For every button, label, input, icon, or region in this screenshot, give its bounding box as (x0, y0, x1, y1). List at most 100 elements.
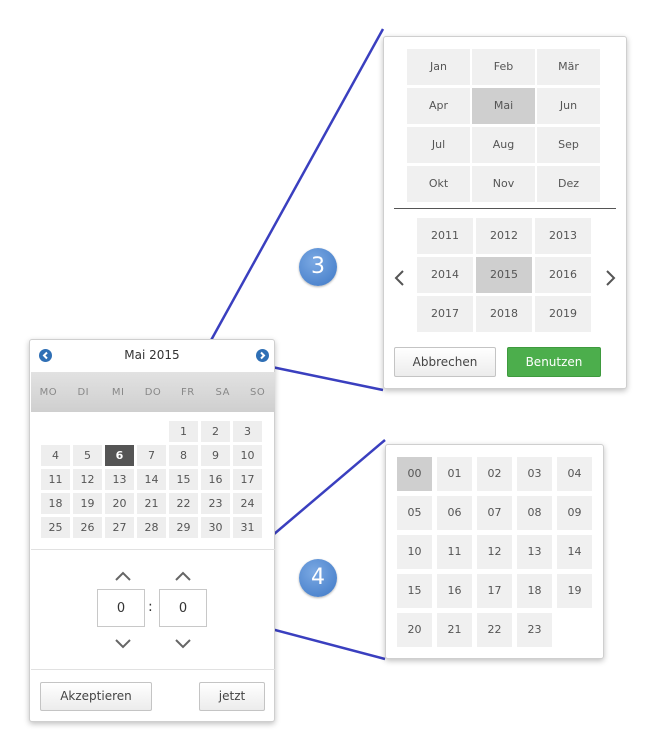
hour-cell[interactable]: 20 (397, 613, 432, 647)
day-cell[interactable]: 11 (41, 469, 70, 490)
day-cell[interactable]: 22 (169, 493, 198, 514)
year-cell[interactable]: 2016 (535, 257, 591, 293)
year-cell[interactable]: 2017 (417, 296, 473, 332)
minute-field[interactable]: 0 (159, 589, 207, 627)
month-cell[interactable]: Okt (407, 166, 470, 202)
day-cell[interactable]: 24 (233, 493, 262, 514)
day-cell[interactable]: 19 (73, 493, 102, 514)
hour-cell[interactable]: 06 (437, 496, 472, 530)
month-cell[interactable]: Nov (472, 166, 535, 202)
month-cell[interactable]: Sep (537, 127, 600, 163)
hour-cell[interactable]: 09 (557, 496, 592, 530)
weekday-label: FR (181, 386, 195, 398)
day-cell[interactable]: 1 (169, 421, 198, 442)
month-cell[interactable]: Jan (407, 49, 470, 85)
hour-cell[interactable]: 02 (477, 457, 512, 491)
month-cell[interactable]: Mai (472, 88, 535, 124)
month-cell[interactable]: Aug (472, 127, 535, 163)
hour-cell[interactable]: 22 (477, 613, 512, 647)
weekday-label: MO (39, 386, 58, 398)
picker-header: Mai 2015 (30, 340, 274, 372)
accept-button[interactable]: Akzeptieren (40, 682, 152, 711)
day-cell[interactable]: 4 (41, 445, 70, 466)
hour-up-icon[interactable] (103, 562, 143, 592)
next-month-icon[interactable] (256, 349, 269, 362)
hour-field[interactable]: 0 (97, 589, 145, 627)
day-cell[interactable]: 29 (169, 517, 198, 538)
minute-down-icon[interactable] (163, 630, 203, 660)
hour-cell[interactable]: 14 (557, 535, 592, 569)
hour-cell[interactable]: 01 (437, 457, 472, 491)
hour-cell[interactable]: 05 (397, 496, 432, 530)
hour-cell[interactable]: 00 (397, 457, 432, 491)
prev-years-icon[interactable] (390, 263, 410, 293)
day-cell[interactable]: 6 (105, 445, 134, 466)
year-cell[interactable]: 2013 (535, 218, 591, 254)
day-cell[interactable]: 14 (137, 469, 166, 490)
hour-cell[interactable]: 08 (517, 496, 552, 530)
hour-cell[interactable]: 18 (517, 574, 552, 608)
day-cell[interactable]: 3 (233, 421, 262, 442)
year-cell[interactable]: 2015 (476, 257, 532, 293)
month-cell[interactable]: Jun (537, 88, 600, 124)
hour-down-icon[interactable] (103, 630, 143, 660)
day-cell[interactable]: 27 (105, 517, 134, 538)
minute-up-icon[interactable] (163, 562, 203, 592)
hour-cell[interactable]: 23 (517, 613, 552, 647)
day-cell[interactable]: 5 (73, 445, 102, 466)
hour-cell[interactable]: 13 (517, 535, 552, 569)
hour-cell[interactable]: 11 (437, 535, 472, 569)
day-cell[interactable]: 9 (201, 445, 230, 466)
year-cell[interactable]: 2019 (535, 296, 591, 332)
weekday-label: DO (144, 386, 162, 398)
day-cell[interactable]: 15 (169, 469, 198, 490)
year-cell[interactable]: 2012 (476, 218, 532, 254)
day-cell[interactable]: 7 (137, 445, 166, 466)
day-cell[interactable]: 12 (73, 469, 102, 490)
day-cell[interactable]: 10 (233, 445, 262, 466)
hour-cell[interactable]: 16 (437, 574, 472, 608)
use-button[interactable]: Benutzen (507, 347, 601, 377)
day-cell[interactable]: 16 (201, 469, 230, 490)
year-cell[interactable]: 2011 (417, 218, 473, 254)
hour-cell[interactable]: 04 (557, 457, 592, 491)
day-cell[interactable]: 18 (41, 493, 70, 514)
year-cell[interactable]: 2018 (476, 296, 532, 332)
hour-cell[interactable]: 15 (397, 574, 432, 608)
month-cell[interactable]: Feb (472, 49, 535, 85)
hour-cell[interactable]: 07 (477, 496, 512, 530)
month-cell[interactable]: Mär (537, 49, 600, 85)
month-cell[interactable]: Dez (537, 166, 600, 202)
day-cell[interactable]: 8 (169, 445, 198, 466)
now-button[interactable]: jetzt (199, 682, 265, 711)
weekday-label: MI (111, 386, 125, 398)
day-cell[interactable]: 30 (201, 517, 230, 538)
hour-cell[interactable]: 17 (477, 574, 512, 608)
day-cell[interactable]: 31 (233, 517, 262, 538)
day-cell[interactable]: 23 (201, 493, 230, 514)
time-colon: : (148, 599, 153, 615)
hour-cell[interactable]: 21 (437, 613, 472, 647)
step-badge-4: 4 (299, 559, 337, 597)
day-cell[interactable]: 13 (105, 469, 134, 490)
hour-cell[interactable]: 03 (517, 457, 552, 491)
year-cell[interactable]: 2014 (417, 257, 473, 293)
weekday-label: SO (249, 386, 266, 398)
month-cell[interactable]: Apr (407, 88, 470, 124)
divider (31, 669, 275, 670)
day-cell[interactable]: 25 (41, 517, 70, 538)
day-cell[interactable]: 17 (233, 469, 262, 490)
date-time-picker: Mai 2015 MO DI MI DO FR SA SO 1 2 3 4 5 6 7 8 9 10 11 12 1… (29, 339, 275, 722)
day-cell[interactable]: 2 (201, 421, 230, 442)
hour-cell[interactable]: 19 (557, 574, 592, 608)
day-cell[interactable]: 20 (105, 493, 134, 514)
day-cell[interactable]: 21 (137, 493, 166, 514)
day-cell[interactable]: 26 (73, 517, 102, 538)
hour-cell[interactable]: 12 (477, 535, 512, 569)
month-cell[interactable]: Jul (407, 127, 470, 163)
month-year-title[interactable]: Mai 2015 (30, 348, 274, 362)
hour-cell[interactable]: 10 (397, 535, 432, 569)
day-cell[interactable]: 28 (137, 517, 166, 538)
next-years-icon[interactable] (600, 263, 620, 293)
cancel-button[interactable]: Abbrechen (394, 347, 496, 377)
